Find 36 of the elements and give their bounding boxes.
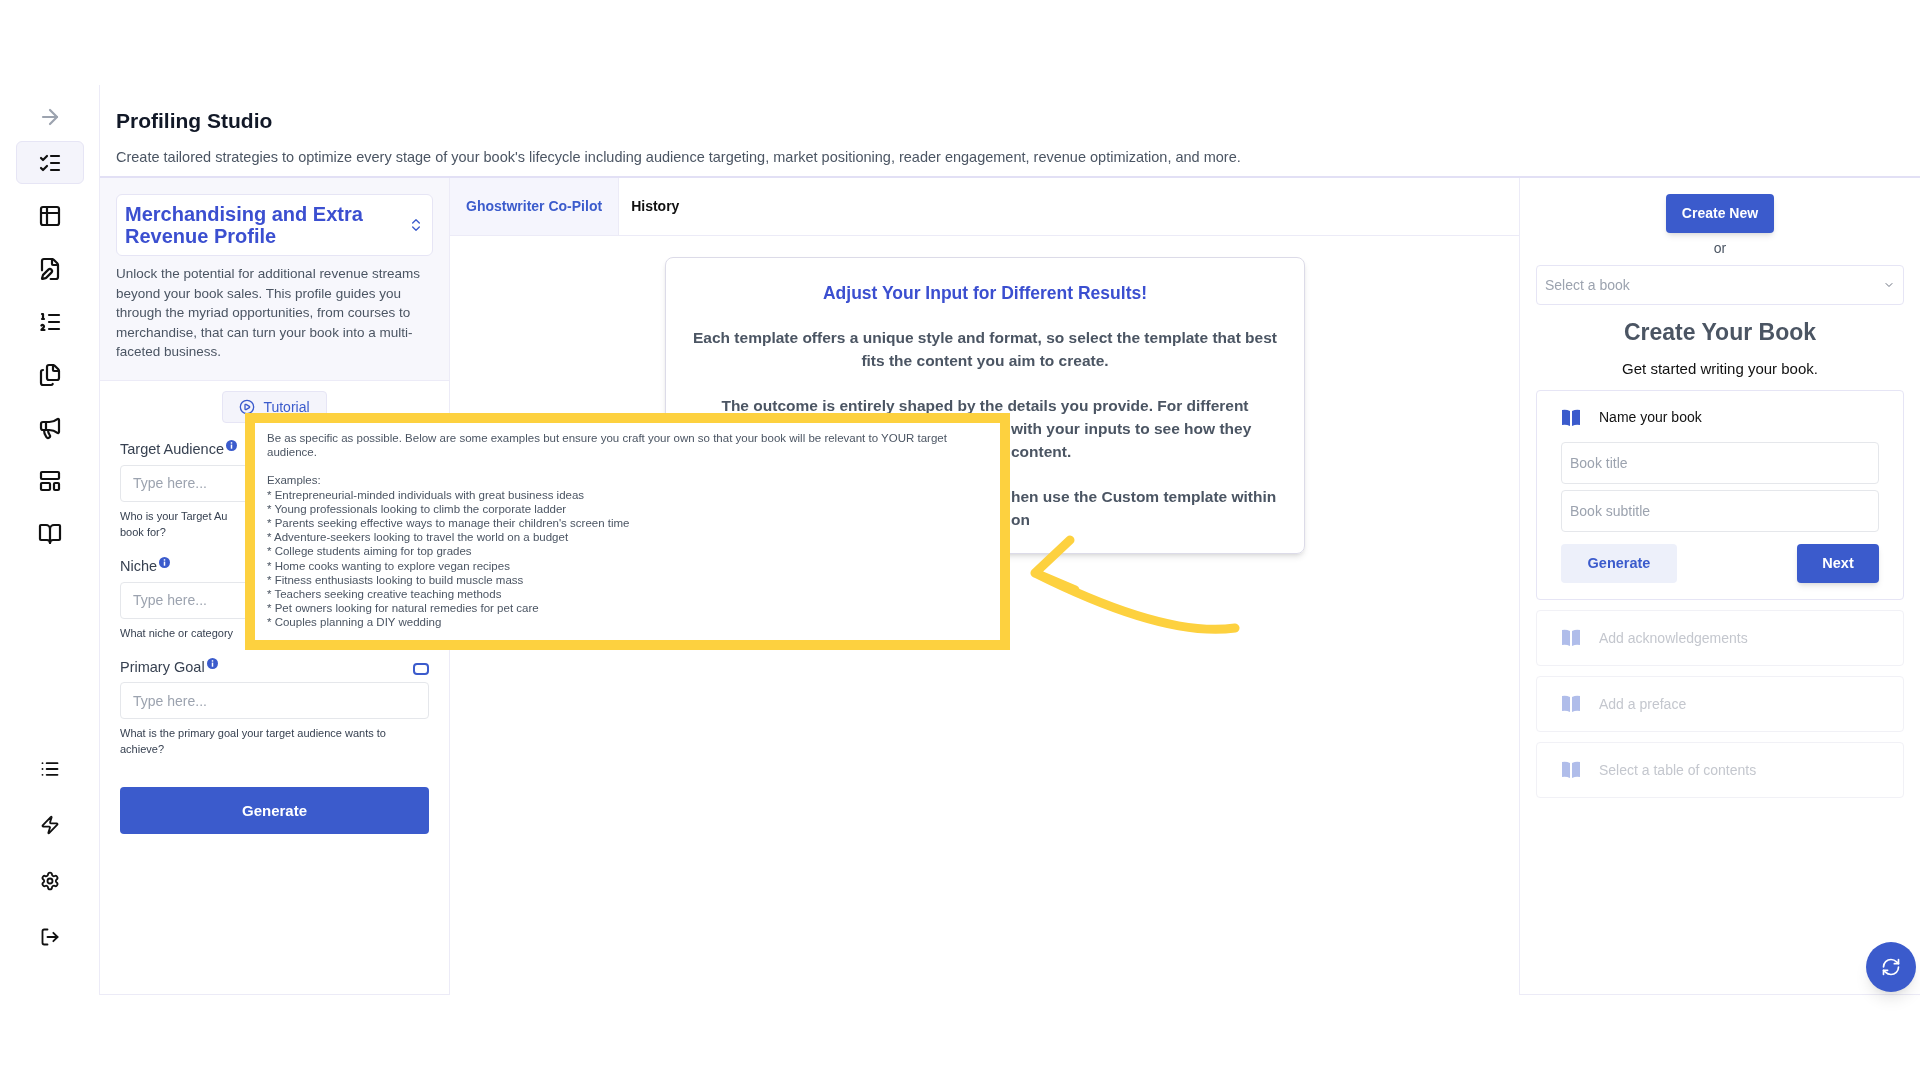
create-book-subtitle: Get started writing your book. — [1622, 358, 1818, 379]
tooltip-example: * Young professionals looking to climb the corporate ladder — [267, 501, 568, 516]
profile-description: Unlock the potential for additional revenue streams beyond your book sales. This profile guides you through the myriad opportunities, from courses to merchandise, that can turn your book into a multi-faceted business. — [116, 265, 421, 361]
tooltip-example: * College students aiming for top grades — [267, 544, 473, 559]
or-text: or — [1713, 239, 1727, 258]
field-label: Niche — [120, 556, 158, 576]
field-help-text: What is the primary goal your target audience wants to achieve? — [120, 726, 387, 758]
tooltip-example: * Adventure-seekers looking to travel the world on a budget — [267, 530, 570, 545]
create-book-title: Create Your Book — [1623, 318, 1817, 347]
field-label: Target Audience — [120, 440, 224, 459]
tooltip-example: * Teachers seeking creative teaching methods — [267, 587, 503, 602]
field-label: Primary Goal — [120, 657, 205, 677]
info-card-text: with your inputs to see how they — [1011, 419, 1252, 440]
page-description: Create tailored strategies to optimize every stage of your book's lifecycle including audience targeting, market positioning, reader engagement, revenue optimization, and more. — [116, 147, 1242, 167]
tooltip-example: * Home cooks wanting to explore vegan recipes — [267, 558, 511, 573]
tooltip-example: * Entrepreneurial-minded individuals with great business ideas — [267, 487, 586, 502]
info-card-text: on — [1011, 510, 1030, 531]
field-help-text: What niche or category — [120, 625, 235, 641]
page-title: Profiling Studio — [116, 108, 274, 134]
info-card-text: content. — [1011, 442, 1072, 463]
field-help-text: Who is your Target Au — [120, 508, 228, 524]
info-card-text: The outcome is entirely shaped by the details you provide. For different — [720, 396, 1250, 417]
tooltip-text: Examples: — [267, 473, 322, 488]
tooltip-text: Be as specific as possible. Below are some examples but ensure you craft your own so that your book will be relevant to YOUR target audience. — [267, 431, 948, 460]
step-label: Add acknowledgements — [1599, 628, 1748, 648]
step-label: Name your book — [1599, 408, 1702, 427]
info-card-text: Each template offers a unique style and format, so select the template that best fits the content you aim to create. — [692, 328, 1278, 372]
info-card-text: hen use the Custom template within — [1011, 487, 1277, 508]
step-label: Add a preface — [1599, 694, 1687, 714]
tooltip-example: * Couples planning a DIY wedding — [267, 615, 443, 630]
field-help-text: book for? — [120, 524, 166, 540]
info-card-title: Adjust Your Input for Different Results! — [821, 282, 1149, 305]
tooltip-example: * Parents seeking effective ways to manage their children's screen time — [267, 516, 631, 531]
tooltip-example: * Fitness enthusiasts looking to build muscle mass — [267, 572, 525, 588]
tooltip-example: * Pet owners looking for natural remedies for pet care — [267, 601, 540, 616]
step-label: Select a table of contents — [1599, 760, 1757, 780]
